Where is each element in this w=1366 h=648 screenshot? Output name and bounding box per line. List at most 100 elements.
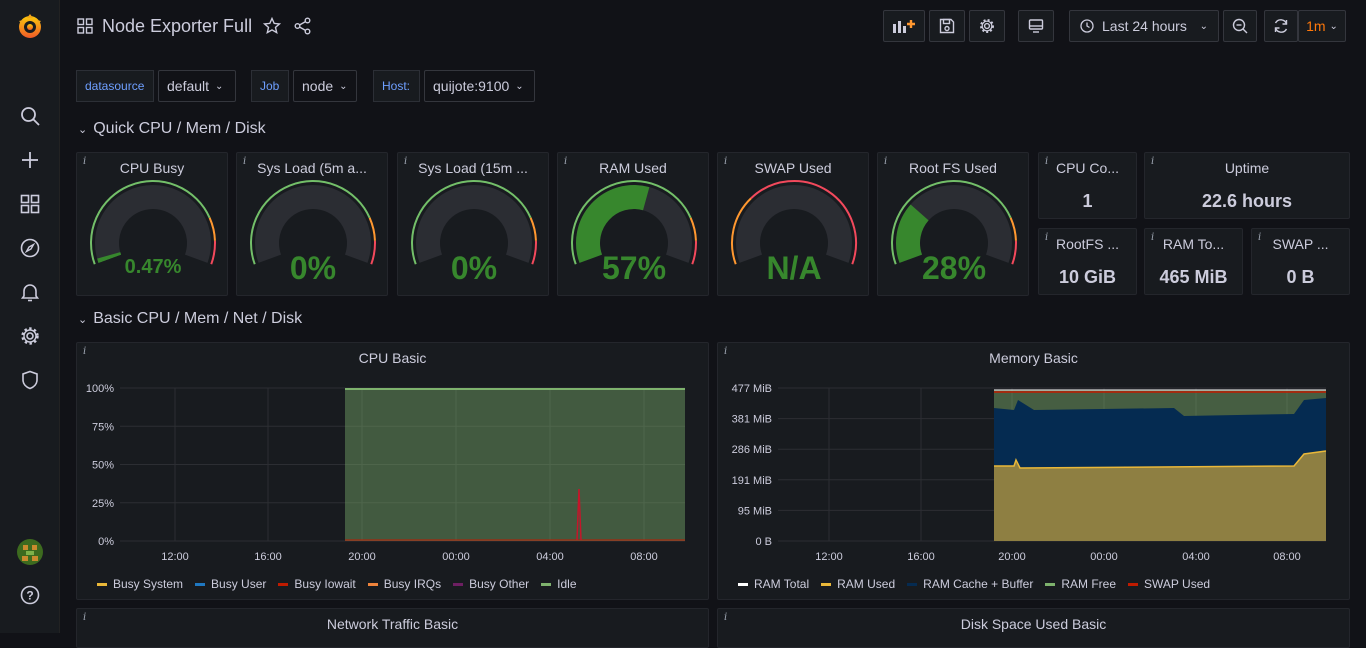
panel-title: CPU Co...: [1055, 160, 1119, 176]
stat-panel-ram-total[interactable]: i RAM To... 465 MiB: [1144, 228, 1243, 295]
legend-swatch: [367, 582, 378, 586]
variable-label-job: Job: [251, 70, 289, 102]
panel-title: SWAP ...: [1272, 236, 1329, 252]
legend-item[interactable]: Idle: [541, 577, 577, 591]
stat-panel-uptime[interactable]: i Uptime 22.6 hours: [1144, 152, 1350, 219]
chevron-down-icon: ⌄: [78, 123, 88, 136]
panel-disk-space[interactable]: i Disk Space Used Basic: [717, 608, 1350, 648]
variable-select-job[interactable]: node ⌄: [293, 70, 357, 102]
plus-icon[interactable]: [14, 144, 46, 176]
panel-cpu-basic[interactable]: i CPU Basic 100% 75% 50% 25% 0% 12:00 16:00 20:…: [76, 342, 709, 600]
gauge-panel[interactable]: i RAM Used 57%: [557, 152, 709, 296]
panel-memory-basic[interactable]: i Memory Basic 477 MiB 381 MiB 286 MiB 191 …: [717, 342, 1350, 600]
gauge-track: [95, 185, 211, 263]
legend-item[interactable]: Busy User: [195, 577, 266, 591]
panel-network-traffic[interactable]: i Network Traffic Basic: [76, 608, 709, 648]
legend-swatch: [907, 582, 918, 586]
gauge-value: N/A: [766, 250, 821, 286]
legend-swatch: [278, 582, 289, 586]
legend-swatch: [1045, 582, 1056, 586]
refresh-button[interactable]: [1264, 10, 1298, 42]
legend-item[interactable]: Busy Iowait: [278, 577, 356, 591]
legend-item[interactable]: RAM Free: [1045, 577, 1116, 591]
svg-text:?: ?: [26, 589, 33, 603]
chart-legend: Busy System Busy User Busy Iowait Busy IRQs…: [97, 577, 577, 591]
add-panel-button[interactable]: [883, 10, 925, 42]
variable-select-host[interactable]: quijote:9100 ⌄: [424, 70, 535, 102]
y-tick-label: 477 MiB: [732, 383, 772, 395]
gauge-panel[interactable]: i CPU Busy 0.47%: [76, 152, 228, 296]
dashboard-title[interactable]: Node Exporter Full: [102, 16, 252, 37]
legend-item[interactable]: RAM Used: [821, 577, 895, 591]
legend-item[interactable]: Busy System: [97, 577, 183, 591]
legend-item[interactable]: RAM Total: [738, 577, 809, 591]
gauge-panel[interactable]: i Sys Load (15m ... 0%: [397, 152, 549, 296]
y-tick-label: 25%: [92, 498, 114, 510]
gauge-dial: N/A: [731, 180, 857, 286]
time-range-picker[interactable]: Last 24 hours ⌄: [1069, 10, 1219, 42]
gauge-threshold-arc: [691, 240, 697, 265]
panel-title: Network Traffic Basic: [326, 616, 459, 632]
variable-label-host: Host:: [373, 70, 420, 102]
legend-swatch: [738, 582, 748, 586]
chevron-down-icon: ⌄: [339, 80, 348, 92]
gauge-threshold-arc: [370, 240, 376, 265]
stat-panel-swap-total[interactable]: i SWAP ... 0 B: [1251, 228, 1350, 295]
stat-value: 465 MiB: [1159, 267, 1228, 287]
gauge-fill: [896, 204, 930, 263]
help-icon[interactable]: ?: [14, 579, 46, 611]
panel-title: Uptime: [1224, 160, 1270, 176]
gauge-panel[interactable]: i Sys Load (5m a... 0%: [236, 152, 388, 296]
legend-swatch: [541, 582, 552, 586]
search-icon[interactable]: [14, 100, 46, 132]
dashboard-grid-icon[interactable]: [77, 18, 93, 39]
legend-item[interactable]: SWAP Used: [1128, 577, 1210, 591]
x-tick-label: 16:00: [254, 551, 282, 563]
alerting-bell-icon[interactable]: [14, 276, 46, 308]
legend-item[interactable]: Busy Other: [453, 577, 529, 591]
x-tick-label: 12:00: [161, 551, 189, 563]
stat-value: 0 B: [1286, 267, 1315, 287]
gauge-threshold-arc: [1011, 240, 1017, 265]
row-quick[interactable]: ⌄ Quick CPU / Mem / Disk: [78, 120, 266, 138]
x-tick-label: 00:00: [1090, 551, 1118, 563]
share-icon[interactable]: [294, 17, 312, 40]
x-tick-label: 20:00: [348, 551, 376, 563]
clock-icon: [1080, 19, 1094, 33]
dashboard-settings-button[interactable]: [969, 10, 1005, 42]
panel-title: RAM To...: [1162, 236, 1225, 252]
stat-value: 22.6 hours: [1201, 191, 1293, 211]
gauge-value: 0%: [451, 250, 497, 286]
user-avatar[interactable]: [14, 536, 46, 568]
x-tick-label: 08:00: [630, 551, 658, 563]
dashboards-icon[interactable]: [14, 188, 46, 220]
stat-panel-rootfs-total[interactable]: i RootFS ... 10 GiB: [1038, 228, 1137, 295]
chevron-down-icon: ⌄: [1199, 20, 1208, 32]
stat-value: 10 GiB: [1058, 267, 1117, 287]
chevron-down-icon: ⌄: [1329, 20, 1338, 32]
tv-mode-button[interactable]: [1018, 10, 1054, 42]
row-basic[interactable]: ⌄ Basic CPU / Mem / Net / Disk: [78, 310, 302, 328]
y-tick-label: 75%: [92, 421, 114, 433]
settings-gear-icon[interactable]: [14, 320, 46, 352]
legend-item[interactable]: Busy IRQs: [367, 577, 441, 591]
chevron-down-icon: ⌄: [215, 80, 224, 92]
shield-icon[interactable]: [14, 364, 46, 396]
legend-swatch: [195, 582, 206, 586]
gauge-panel[interactable]: i SWAP Used N/A: [717, 152, 869, 296]
star-icon[interactable]: [262, 16, 282, 40]
explore-compass-icon[interactable]: [14, 232, 46, 264]
gauge-dial: 0.47%: [90, 180, 216, 278]
save-dashboard-button[interactable]: [929, 10, 965, 42]
x-tick-label: 04:00: [536, 551, 564, 563]
stat-panel-cpu-cores[interactable]: i CPU Co... 1: [1038, 152, 1137, 219]
refresh-interval-picker[interactable]: 1m ⌄: [1298, 10, 1346, 42]
zoom-out-button[interactable]: [1223, 10, 1257, 42]
variable-select-datasource[interactable]: default ⌄: [158, 70, 236, 102]
legend-item[interactable]: RAM Cache + Buffer: [907, 577, 1033, 591]
gauge-value: 0%: [290, 250, 336, 286]
grafana-logo-icon[interactable]: [14, 10, 46, 42]
gauge-panel[interactable]: i Root FS Used 28%: [877, 152, 1029, 296]
panel-title: RootFS ...: [1055, 236, 1120, 252]
top-bar: Node Exporter Full Last 24 hours ⌄ 1m ⌄: [60, 0, 1366, 52]
